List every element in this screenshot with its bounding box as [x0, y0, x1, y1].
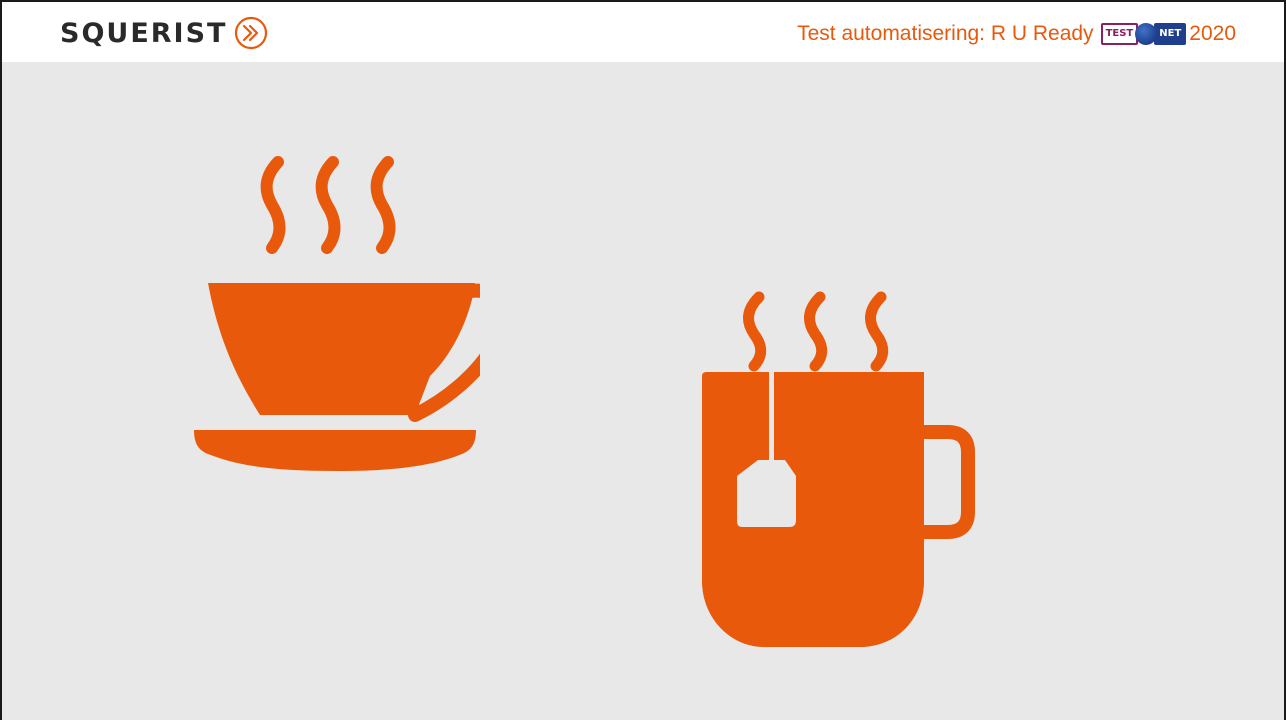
slide: SQUERIST Test automatisering: R U Ready … — [0, 0, 1286, 720]
testnet-net-label: NET — [1154, 23, 1187, 45]
logo-text: SQUERIST — [60, 17, 228, 49]
tea-mug-icon — [702, 291, 975, 647]
coffee-cup-icon — [194, 156, 480, 471]
double-chevron-circle-icon — [235, 16, 268, 50]
testnet-test-label: TEST — [1100, 23, 1139, 45]
title-text: Test automatisering: R U Ready — [797, 22, 1094, 45]
slide-header: SQUERIST Test automatisering: R U Ready … — [2, 2, 1284, 62]
testnet-logo: TEST NET — [1100, 23, 1187, 45]
title-year: 2020 — [1189, 22, 1236, 45]
slide-content — [2, 62, 1284, 720]
presentation-title: Test automatisering: R U Ready TEST NET … — [797, 20, 1236, 48]
squerist-logo: SQUERIST — [60, 16, 268, 50]
